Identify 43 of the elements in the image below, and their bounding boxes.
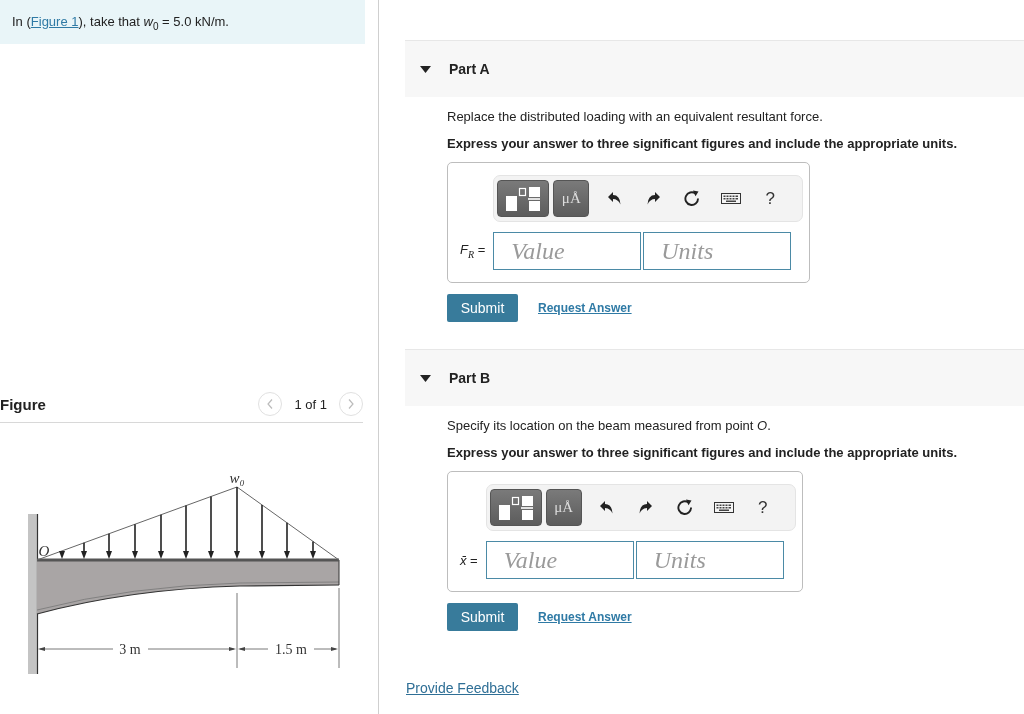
feedback-link[interactable]: Provide Feedback	[406, 679, 519, 697]
units-button[interactable]: μÅ	[553, 180, 590, 217]
template-icon	[498, 495, 533, 520]
templates-button[interactable]	[497, 180, 550, 217]
templates-button[interactable]	[489, 489, 542, 526]
circular-arrow-icon	[684, 190, 701, 207]
chevron-left-icon	[267, 399, 274, 409]
redo-icon	[646, 192, 660, 205]
undo-icon	[600, 501, 614, 514]
request-answer-link[interactable]: Request Answer	[538, 610, 632, 624]
template-icon	[506, 186, 541, 211]
figure-heading: Figure	[0, 395, 46, 413]
page-counter: 1 of 1	[294, 396, 327, 412]
diagram-label: 1.5 m	[275, 642, 307, 657]
answer-label: F$_{R}$ =	[460, 242, 486, 260]
keyboard-icon	[721, 193, 742, 204]
undo-icon	[607, 192, 621, 205]
diagram-label: w₀	[229, 470, 245, 486]
units-button[interactable]: μÅ	[545, 489, 582, 526]
question-text: Specify its location on the beam measured from point O.	[447, 417, 771, 435]
instruction-text: Express your answer to three significant figures and include the appropriate units.	[447, 135, 958, 153]
answer-label: x̄ =	[460, 552, 478, 568]
diagram-label: 3 m	[119, 642, 141, 657]
chevron-right-icon	[348, 399, 354, 409]
redo-icon	[639, 501, 653, 514]
value-field[interactable]: Value	[485, 541, 634, 579]
help-button[interactable]: ?	[748, 492, 777, 523]
figure-link[interactable]: Figure 1	[30, 14, 79, 29]
units-field[interactable]: Units	[635, 541, 784, 579]
help-button[interactable]: ?	[756, 183, 785, 214]
request-answer-link[interactable]: Request Answer	[538, 301, 632, 315]
question-text: Replace the distributed loading with an equivalent resultant force.	[447, 108, 823, 126]
part-toggle[interactable]: Part A	[405, 40, 1024, 97]
problem-statement: In (Figure 1), take that w$_{0}$ = 5.0 kN/m.	[12, 13, 229, 34]
units-field[interactable]: Units	[643, 232, 792, 270]
keyboard-icon	[713, 502, 734, 513]
submit-button[interactable]: Submit	[447, 603, 518, 631]
circular-arrow-icon	[676, 499, 693, 516]
submit-button[interactable]: Submit	[447, 294, 518, 322]
diagram-label: O	[38, 543, 50, 559]
part-toggle[interactable]: Part B	[405, 349, 1024, 406]
instruction-text: Express your answer to three significant figures and include the appropriate units.	[447, 444, 958, 462]
value-field[interactable]: Value	[493, 232, 642, 270]
